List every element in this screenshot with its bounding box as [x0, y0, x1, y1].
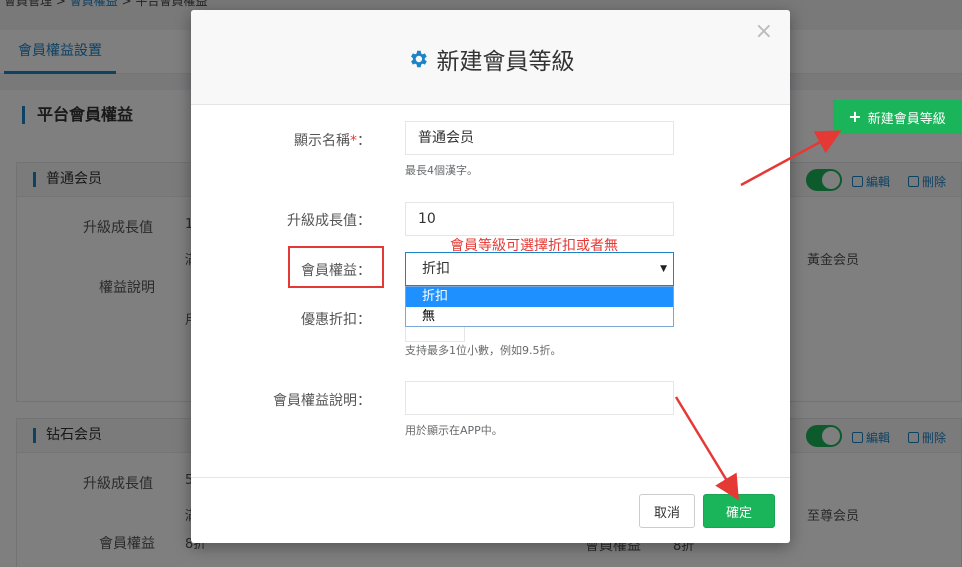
display-name-help: 最長4個漢字。 — [405, 164, 478, 177]
new-member-level-dialog: 新建會員等級 × 顯示名稱*： 普通会员 最長4個漢字。 升級成長值： 10 會… — [191, 10, 790, 543]
discount-input[interactable] — [405, 326, 465, 342]
rights-description-input[interactable] — [405, 381, 674, 415]
display-name-label: 顯示名稱*： — [191, 130, 371, 150]
member-rights-label: 會員權益： — [301, 263, 371, 279]
display-name-input[interactable]: 普通会员 — [405, 121, 674, 155]
rights-description-help: 用於顯示在APP中。 — [405, 424, 503, 437]
confirm-button[interactable]: 確定 — [703, 494, 775, 528]
option-none[interactable]: 無 — [406, 307, 673, 327]
dialog-title: 新建會員等級 — [191, 42, 790, 76]
dialog-title-text: 新建會員等級 — [436, 49, 575, 75]
growth-value-input[interactable]: 10 — [405, 202, 674, 236]
member-rights-selected: 折扣 — [422, 261, 450, 277]
cancel-button[interactable]: 取消 — [639, 494, 695, 528]
discount-label: 優惠折扣： — [301, 312, 371, 328]
dialog-footer — [191, 477, 790, 543]
display-name-label-text: 顯示名稱 — [294, 133, 350, 149]
gear-icon — [410, 50, 427, 68]
rights-description-label: 會員權益說明： — [273, 393, 371, 409]
discount-help: 支持最多1位小數，例如9.5折。 — [405, 344, 562, 357]
label-colon: ： — [357, 133, 371, 149]
dialog-header: 新建會員等級 × — [191, 10, 790, 105]
option-discount[interactable]: 折扣 — [406, 287, 673, 307]
member-rights-select[interactable]: 折扣 ▼ — [405, 252, 674, 286]
growth-value-label: 升級成長值： — [287, 213, 371, 229]
member-rights-dropdown: 折扣 無 — [405, 286, 674, 327]
add-member-level-label: 新建會員等級 — [867, 111, 946, 127]
caret-down-icon: ▼ — [660, 264, 667, 274]
close-icon[interactable]: × — [755, 20, 773, 44]
plus-icon: + — [848, 107, 862, 126]
add-member-level-button-highlight[interactable]: + 新建會員等級 — [833, 100, 961, 134]
required-mark: * — [350, 133, 357, 149]
